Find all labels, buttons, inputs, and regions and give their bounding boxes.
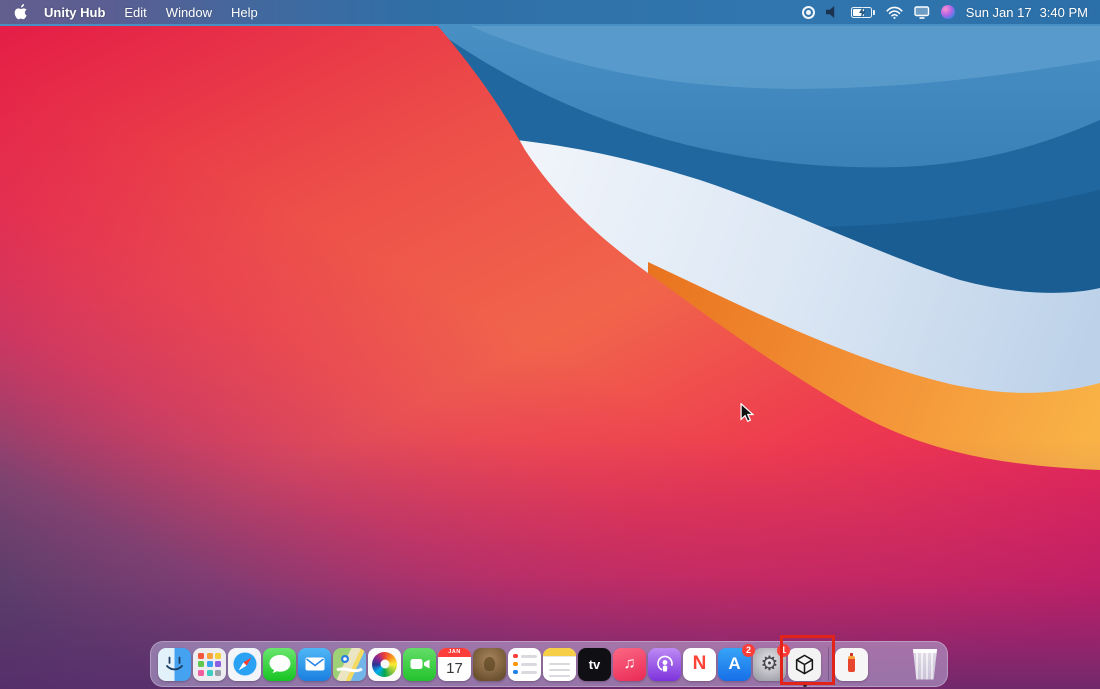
maps-pin-icon	[336, 654, 363, 672]
music-note-icon: ♫	[623, 655, 636, 672]
calendar-day-label: 17	[446, 660, 463, 677]
app-menu-title[interactable]: Unity Hub	[44, 5, 105, 20]
tv-logo-label: tv	[588, 656, 601, 672]
video-camera-icon	[410, 659, 429, 669]
photos-pinwheel-icon	[372, 651, 397, 677]
dock-icon-music[interactable]: ♫	[613, 647, 646, 681]
finder-face-icon	[166, 656, 183, 670]
screen-recording-icon[interactable]	[801, 5, 815, 19]
launchpad-grid-icon	[198, 652, 221, 676]
menu-bar: Unity Hub Edit Window Help Sun Jan 17 3:…	[0, 0, 1100, 24]
app-store-logo-label: A	[728, 654, 741, 673]
dock: JAN 17 tv ♫ N A 2 ⚙ 1	[150, 641, 948, 687]
dock-icon-mail[interactable]	[298, 647, 331, 681]
dock-icon-maps[interactable]	[333, 647, 366, 681]
dock-icon-safari[interactable]	[228, 647, 261, 681]
dock-icon-finder[interactable]	[158, 647, 191, 681]
dock-icon-podcasts[interactable]	[648, 647, 681, 681]
battery-charging-icon[interactable]	[850, 6, 875, 18]
dock-icon-news[interactable]: N	[683, 647, 716, 681]
system-preferences-badge: 1	[777, 643, 790, 657]
dock-icon-installer[interactable]	[835, 647, 868, 681]
display-icon[interactable]	[914, 5, 930, 19]
notes-header-strip	[543, 647, 576, 657]
apple-logo-icon	[14, 4, 27, 20]
trash-icon[interactable]	[912, 648, 938, 680]
podcasts-broadcast-icon	[656, 655, 673, 672]
dock-icon-launchpad[interactable]	[193, 647, 226, 681]
apple-menu[interactable]	[14, 4, 29, 20]
dock-icon-photos[interactable]	[368, 647, 401, 681]
mouse-cursor-icon	[740, 403, 754, 422]
siri-icon[interactable]	[940, 5, 955, 19]
date-text: Sun Jan 17	[965, 4, 1032, 20]
dock-divider	[828, 647, 829, 681]
calendar-month-label: JAN	[438, 647, 471, 657]
dock-icon-tv[interactable]: tv	[578, 647, 611, 681]
news-logo-label: N	[692, 653, 707, 674]
dock-icon-app-store[interactable]: A 2	[718, 643, 755, 681]
menu-window[interactable]: Window	[166, 5, 212, 20]
volume-icon[interactable]	[825, 6, 840, 18]
menu-bar-status-area: Sun Jan 17 3:40 PM	[801, 5, 1100, 20]
app-store-badge: 2	[742, 643, 755, 657]
contacts-silhouette-icon	[484, 657, 495, 671]
dock-icon-notes[interactable]	[543, 647, 576, 681]
menu-bar-left: Unity Hub Edit Window Help	[0, 4, 277, 20]
unity-running-indicator	[802, 682, 807, 687]
menu-edit[interactable]: Edit	[124, 5, 146, 20]
safari-compass-icon	[231, 651, 258, 677]
dock-icon-contacts[interactable]	[473, 647, 506, 681]
unity-cube-icon	[795, 654, 814, 674]
envelope-icon	[305, 657, 324, 671]
dock-icon-messages[interactable]	[263, 647, 296, 681]
menu-bar-clock[interactable]: Sun Jan 17 3:40 PM	[966, 5, 1088, 20]
gear-icon: ⚙	[760, 653, 779, 675]
installer-package-icon	[848, 653, 855, 672]
menu-help[interactable]: Help	[231, 5, 258, 20]
time-text: 3:40 PM	[1039, 4, 1088, 20]
desktop-wallpaper	[0, 0, 1100, 689]
dock-icon-unity-hub[interactable]	[788, 647, 821, 687]
dock-icon-system-preferences[interactable]: ⚙ 1	[753, 643, 790, 681]
speech-bubble-icon	[269, 655, 290, 673]
dock-icon-calendar[interactable]: JAN 17	[438, 647, 471, 681]
wifi-icon[interactable]	[886, 6, 903, 19]
dock-icon-facetime[interactable]	[403, 647, 436, 681]
dock-icon-reminders[interactable]	[508, 647, 541, 681]
